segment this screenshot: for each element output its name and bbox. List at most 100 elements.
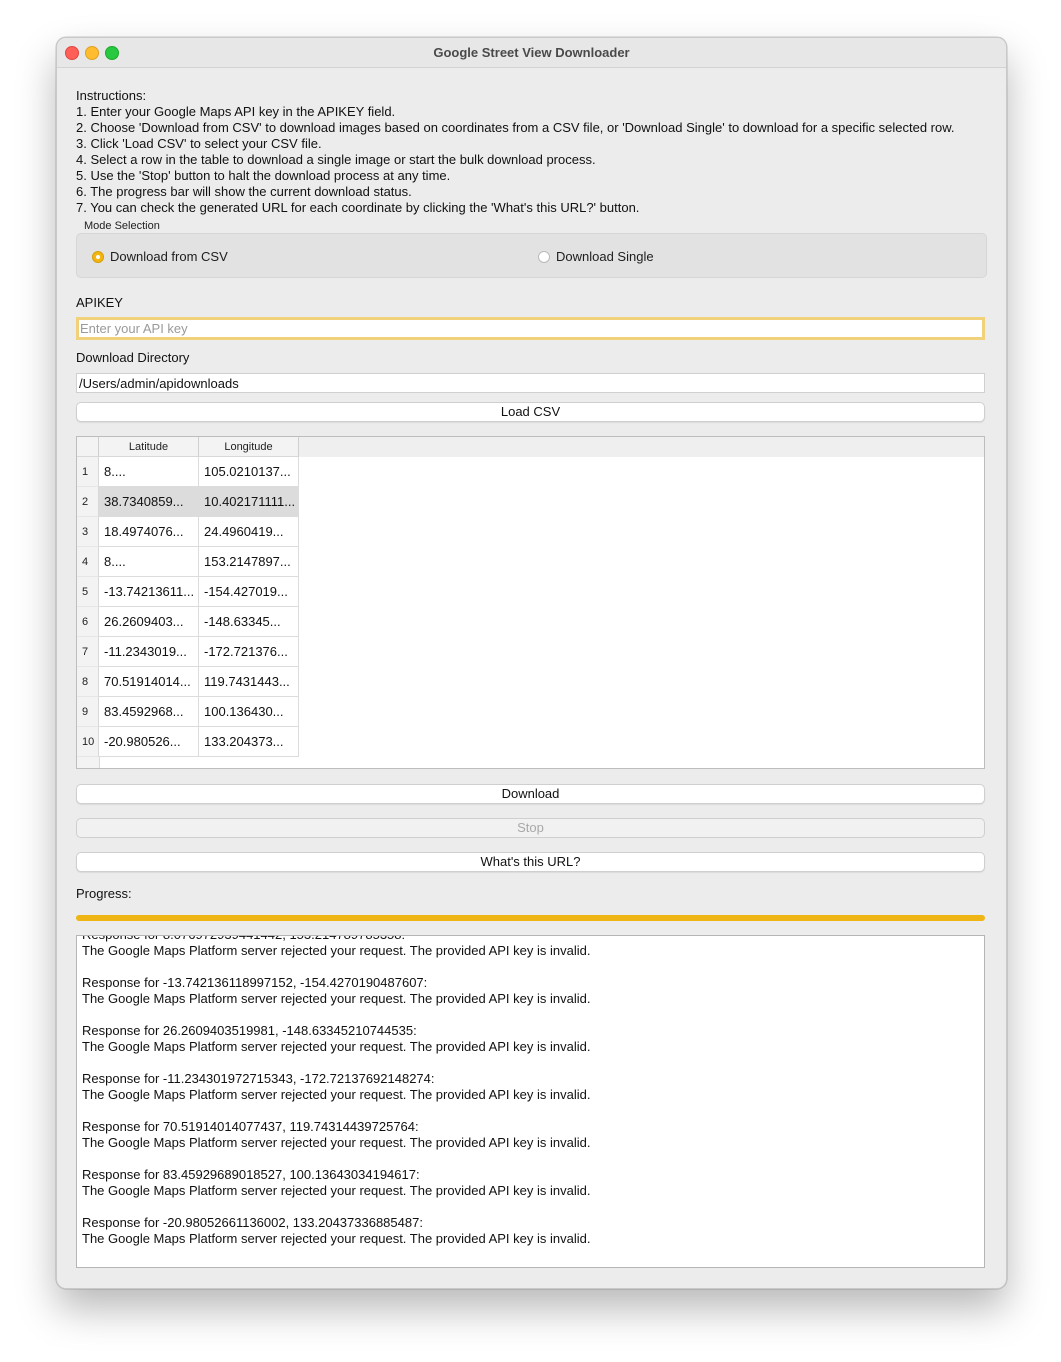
radio-download-single[interactable]: Download Single [538, 249, 654, 264]
app-window: Google Street View Downloader Instructio… [56, 37, 1007, 1289]
longitude-cell[interactable]: 24.4960419... [199, 517, 299, 547]
table-row[interactable]: 1 8.... 105.0210137... [77, 457, 299, 487]
instruction-line: Instructions: [76, 88, 147, 103]
instruction-line: 2. Choose 'Download from CSV' to downloa… [76, 120, 955, 135]
row-number: 4 [77, 547, 99, 577]
row-number: 1 [77, 457, 99, 487]
main-content: Instructions: 1. Enter your Google Maps … [57, 68, 1006, 1288]
mode-selection-group: Download from CSV Download Single [76, 233, 987, 278]
row-number: 3 [77, 517, 99, 547]
instructions-text: Instructions: 1. Enter your Google Maps … [76, 88, 955, 216]
longitude-cell[interactable]: 10.402171111... [199, 487, 299, 517]
log-response-line: Response for -11.234301972715343, -172.7… [82, 1071, 435, 1086]
title-bar: Google Street View Downloader [57, 38, 1006, 68]
row-number: 10 [77, 727, 99, 757]
longitude-cell[interactable]: 119.7431443... [199, 667, 299, 697]
log-content: Response for 8.076972939441442, 153.2147… [82, 936, 591, 1263]
longitude-cell[interactable]: 153.2147897... [199, 547, 299, 577]
log-entry: Response for 70.51914014077437, 119.7431… [82, 1119, 590, 1151]
latitude-cell[interactable]: 70.51914014... [99, 667, 199, 697]
table-row[interactable]: 5 -13.74213611... -154.427019... [77, 577, 299, 607]
latitude-cell[interactable]: -13.74213611... [99, 577, 199, 607]
table-row[interactable]: 4 8.... 153.2147897... [77, 547, 299, 577]
table-corner [77, 437, 99, 457]
latitude-cell[interactable]: 8.... [99, 547, 199, 577]
latitude-cell[interactable]: 83.4592968... [99, 697, 199, 727]
latitude-cell[interactable]: 8.... [99, 457, 199, 487]
log-response-line: Response for 8.076972939441442, 153.2147… [82, 936, 590, 943]
row-number: 9 [77, 697, 99, 727]
row-number: 8 [77, 667, 99, 697]
log-response-line: Response for 26.2609403519981, -148.6334… [82, 1023, 417, 1038]
instruction-line: 1. Enter your Google Maps API key in the… [76, 104, 396, 119]
longitude-cell[interactable]: -172.721376... [199, 637, 299, 667]
instruction-line: 7. You can check the generated URL for e… [76, 200, 640, 215]
apikey-input[interactable] [76, 317, 985, 340]
log-entry: Response for -20.98052661136002, 133.204… [82, 1215, 590, 1247]
download-button[interactable]: Download [76, 784, 985, 804]
row-number: 6 [77, 607, 99, 637]
table-row[interactable]: 6 26.2609403... -148.63345... [77, 607, 299, 637]
window-title: Google Street View Downloader [433, 45, 630, 60]
stop-button[interactable]: Stop [76, 818, 985, 838]
log-entry: Response for -13.742136118997152, -154.4… [82, 975, 590, 1007]
row-number-overflow [77, 757, 100, 768]
latitude-cell[interactable]: -11.2343019... [99, 637, 199, 667]
log-message-line: The Google Maps Platform server rejected… [82, 1135, 591, 1150]
table-row[interactable]: 3 18.4974076... 24.4960419... [77, 517, 299, 547]
download-directory-input[interactable] [76, 373, 985, 393]
load-csv-button[interactable]: Load CSV [76, 402, 985, 422]
table-row[interactable]: 7 -11.2343019... -172.721376... [77, 637, 299, 667]
log-entry: Response for 26.2609403519981, -148.6334… [82, 1023, 590, 1055]
row-number: 7 [77, 637, 99, 667]
log-entry: Response for 83.45929689018527, 100.1364… [82, 1167, 590, 1199]
progress-bar [76, 915, 985, 921]
log-message-line: The Google Maps Platform server rejected… [82, 943, 591, 958]
instruction-line: 4. Select a row in the table to download… [76, 152, 596, 167]
log-message-line: The Google Maps Platform server rejected… [82, 1231, 591, 1246]
latitude-cell[interactable]: -20.980526... [99, 727, 199, 757]
column-header-longitude[interactable]: Longitude [199, 437, 299, 457]
longitude-cell[interactable]: -154.427019... [199, 577, 299, 607]
radio-unchecked-icon [538, 250, 550, 263]
radio-download-from-csv[interactable]: Download from CSV [92, 249, 228, 264]
coordinates-table: Latitude Longitude 1 8.... 105.0210137..… [76, 436, 985, 769]
instruction-line: 3. Click 'Load CSV' to select your CSV f… [76, 136, 322, 151]
response-log[interactable]: Response for 8.076972939441442, 153.2147… [76, 935, 985, 1268]
longitude-cell[interactable]: 133.204373... [199, 727, 299, 757]
radio-checked-icon [92, 250, 104, 263]
instruction-line: 6. The progress bar will show the curren… [76, 184, 412, 199]
log-response-line: Response for -20.98052661136002, 133.204… [82, 1215, 423, 1230]
radio-label: Download Single [556, 249, 654, 264]
column-header-latitude[interactable]: Latitude [99, 437, 199, 457]
row-number: 5 [77, 577, 99, 607]
radio-label: Download from CSV [110, 249, 228, 264]
download-directory-label: Download Directory [76, 350, 190, 365]
whats-this-url-button[interactable]: What's this URL? [76, 852, 985, 872]
row-number: 2 [77, 487, 99, 517]
apikey-label: APIKEY [76, 295, 123, 310]
log-entry: Response for 8.076972939441442, 153.2147… [82, 936, 591, 959]
table-row[interactable]: 2 38.7340859... 10.402171111... [77, 487, 299, 517]
log-message-line: The Google Maps Platform server rejected… [82, 991, 591, 1006]
table-header: Latitude Longitude [77, 437, 984, 457]
longitude-cell[interactable]: 105.0210137... [199, 457, 299, 487]
longitude-cell[interactable]: 100.136430... [199, 697, 299, 727]
latitude-cell[interactable]: 38.7340859... [99, 487, 199, 517]
log-response-line: Response for 83.45929689018527, 100.1364… [82, 1167, 420, 1182]
latitude-cell[interactable]: 26.2609403... [99, 607, 199, 637]
longitude-cell[interactable]: -148.63345... [199, 607, 299, 637]
log-response-line: Response for 70.51914014077437, 119.7431… [82, 1119, 419, 1134]
mode-selection-label: Mode Selection [84, 220, 160, 232]
table-row[interactable]: 9 83.4592968... 100.136430... [77, 697, 299, 727]
log-message-line: The Google Maps Platform server rejected… [82, 1183, 591, 1198]
log-entry: Response for -11.234301972715343, -172.7… [82, 1071, 590, 1103]
table-row[interactable]: 8 70.51914014... 119.7431443... [77, 667, 299, 697]
log-message-line: The Google Maps Platform server rejected… [82, 1039, 591, 1054]
table-row[interactable]: 10 -20.980526... 133.204373... [77, 727, 299, 757]
progress-label: Progress: [76, 886, 132, 901]
log-message-line: The Google Maps Platform server rejected… [82, 1087, 591, 1102]
log-response-line: Response for -13.742136118997152, -154.4… [82, 975, 428, 990]
instruction-line: 5. Use the 'Stop' button to halt the dow… [76, 168, 451, 183]
latitude-cell[interactable]: 18.4974076... [99, 517, 199, 547]
